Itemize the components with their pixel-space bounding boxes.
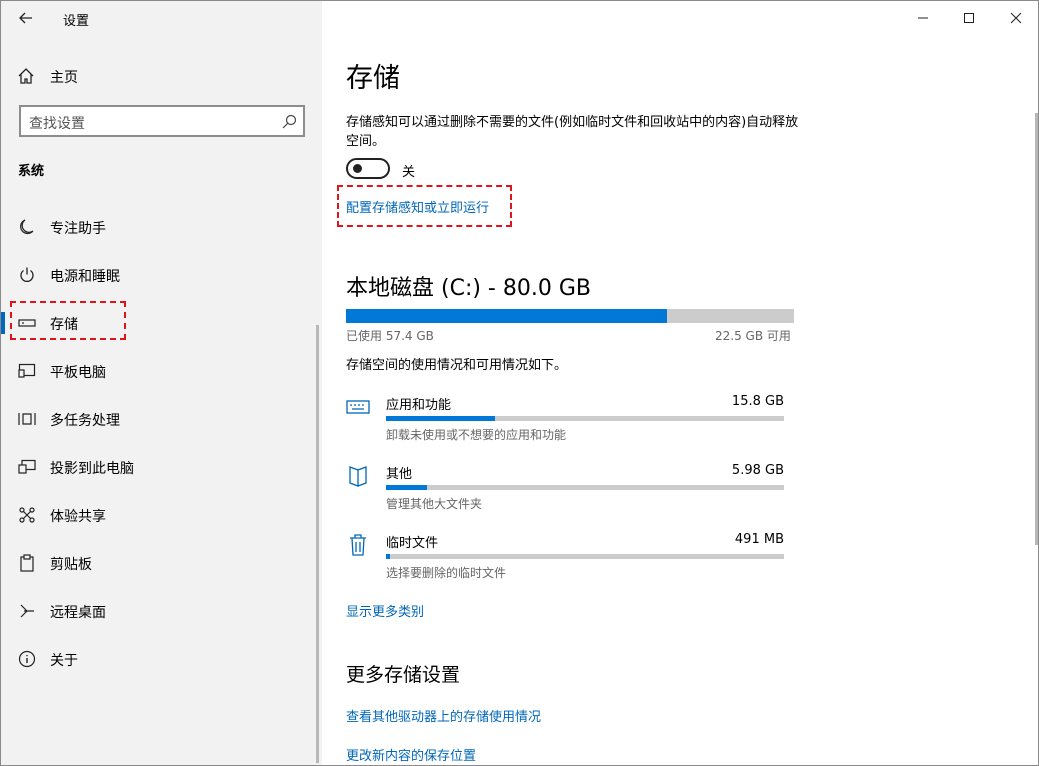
sidebar: 设置 主页 查找设置 系统 专注助手 电源和睡眠 存储 平板电脑 多任务处理 投… bbox=[1, 1, 322, 765]
view-other-drives-link[interactable]: 查看其他驱动器上的存储使用情况 bbox=[346, 706, 541, 725]
sidebar-item-home[interactable]: 主页 bbox=[1, 59, 322, 91]
sidebar-item-label: 电源和睡眠 bbox=[50, 269, 120, 285]
category-usage-bar bbox=[386, 554, 784, 559]
change-save-location-link[interactable]: 更改新内容的保存位置 bbox=[346, 745, 476, 764]
highlight-box-storage bbox=[10, 301, 126, 340]
back-arrow-icon bbox=[19, 12, 32, 24]
category-apps-features[interactable]: 应用和功能 15.8 GB 卸载未使用或不想要的应用和功能 bbox=[346, 394, 786, 456]
sidebar-item-label: 体验共享 bbox=[50, 509, 106, 525]
category-other[interactable]: 其他 5.98 GB 管理其他大文件夹 bbox=[346, 463, 786, 525]
keyboard-apps-icon bbox=[346, 394, 370, 420]
category-description: 卸载未使用或不想要的应用和功能 bbox=[386, 428, 567, 442]
tablet-icon bbox=[17, 362, 37, 380]
project-icon bbox=[17, 458, 37, 476]
trash-icon bbox=[346, 532, 370, 558]
category-name: 临时文件 bbox=[386, 536, 439, 551]
category-usage-bar bbox=[386, 416, 784, 421]
more-storage-settings-heading: 更多存储设置 bbox=[346, 664, 461, 686]
storage-sense-description: 存储感知可以通过删除不需要的文件(例如临时文件和回收站中的内容)自动释放空间。 bbox=[346, 115, 799, 149]
search-icon[interactable] bbox=[281, 114, 297, 130]
search-input[interactable]: 查找设置 bbox=[19, 105, 305, 137]
sidebar-item-about[interactable]: 关于 bbox=[1, 639, 322, 679]
sidebar-scrollbar[interactable] bbox=[316, 325, 319, 763]
disk-usage-bar bbox=[346, 309, 794, 323]
sidebar-item-shared-experiences[interactable]: 体验共享 bbox=[1, 495, 322, 535]
sidebar-item-project[interactable]: 投影到此电脑 bbox=[1, 447, 322, 487]
category-size: 15.8 GB bbox=[731, 394, 784, 409]
remote-desktop-icon bbox=[17, 602, 37, 620]
storage-sense-toggle[interactable] bbox=[346, 158, 390, 179]
category-size: 5.98 GB bbox=[731, 463, 784, 478]
clipboard-icon bbox=[17, 554, 37, 572]
usage-description: 存储空间的使用情况和可用情况如下。 bbox=[346, 358, 568, 373]
sidebar-item-clipboard[interactable]: 剪贴板 bbox=[1, 543, 322, 583]
info-icon bbox=[17, 650, 37, 668]
disk-title: 本地磁盘 (C:) - 80.0 GB bbox=[346, 276, 591, 301]
disk-usage-fill bbox=[346, 309, 668, 323]
sidebar-item-multitasking[interactable]: 多任务处理 bbox=[1, 399, 322, 439]
folder-other-icon bbox=[346, 463, 370, 489]
category-name: 应用和功能 bbox=[386, 398, 452, 413]
sidebar-item-power-sleep[interactable]: 电源和睡眠 bbox=[1, 255, 322, 295]
section-label-system: 系统 bbox=[18, 164, 45, 179]
sidebar-item-label: 平板电脑 bbox=[50, 365, 106, 381]
category-usage-fill bbox=[386, 416, 496, 421]
sidebar-item-label: 远程桌面 bbox=[50, 605, 106, 621]
power-icon bbox=[17, 266, 37, 284]
sidebar-item-remote-desktop[interactable]: 远程桌面 bbox=[1, 591, 322, 631]
sidebar-item-tablet[interactable]: 平板电脑 bbox=[1, 351, 322, 391]
moon-icon bbox=[17, 218, 37, 236]
back-button[interactable] bbox=[11, 5, 41, 31]
sidebar-item-label: 投影到此电脑 bbox=[50, 461, 134, 477]
share-icon bbox=[17, 506, 37, 524]
show-more-categories-link[interactable]: 显示更多类别 bbox=[346, 601, 424, 620]
category-usage-fill bbox=[386, 554, 390, 559]
category-name: 其他 bbox=[386, 467, 413, 482]
settings-window: 设置 主页 查找设置 系统 专注助手 电源和睡眠 存储 平板电脑 多任务处理 投… bbox=[0, 0, 1039, 766]
home-label: 主页 bbox=[50, 70, 78, 86]
category-usage-bar bbox=[386, 485, 784, 490]
sidebar-item-label: 剪贴板 bbox=[50, 557, 92, 573]
category-description: 管理其他大文件夹 bbox=[386, 497, 483, 511]
disk-used-label: 已使用 57.4 GB bbox=[346, 329, 434, 343]
disk-free-label: 22.5 GB 可用 bbox=[715, 329, 791, 343]
sidebar-item-label: 多任务处理 bbox=[50, 413, 120, 429]
toggle-state-label: 关 bbox=[402, 165, 416, 180]
search-placeholder: 查找设置 bbox=[29, 116, 85, 132]
category-usage-fill bbox=[386, 485, 428, 490]
multitask-icon bbox=[17, 410, 37, 428]
app-title: 设置 bbox=[63, 14, 90, 29]
toggle-knob bbox=[353, 164, 362, 173]
sidebar-item-focus-assist[interactable]: 专注助手 bbox=[1, 207, 322, 247]
sidebar-item-label: 关于 bbox=[50, 653, 78, 669]
sidebar-item-label: 专注助手 bbox=[50, 221, 106, 237]
category-size: 491 MB bbox=[734, 532, 784, 547]
active-indicator bbox=[1, 312, 5, 334]
main-content: 存储 存储感知可以通过删除不需要的文件(例如临时文件和回收站中的内容)自动释放空… bbox=[322, 1, 1038, 765]
configure-storage-sense-link[interactable]: 配置存储感知或立即运行 bbox=[346, 197, 489, 216]
category-description: 选择要删除的临时文件 bbox=[386, 566, 507, 580]
main-scrollbar[interactable] bbox=[1035, 113, 1038, 545]
home-icon bbox=[18, 68, 34, 84]
page-title: 存储 bbox=[346, 63, 400, 94]
titlebar: 设置 bbox=[1, 1, 322, 35]
category-temp-files[interactable]: 临时文件 491 MB 选择要删除的临时文件 bbox=[346, 532, 786, 594]
